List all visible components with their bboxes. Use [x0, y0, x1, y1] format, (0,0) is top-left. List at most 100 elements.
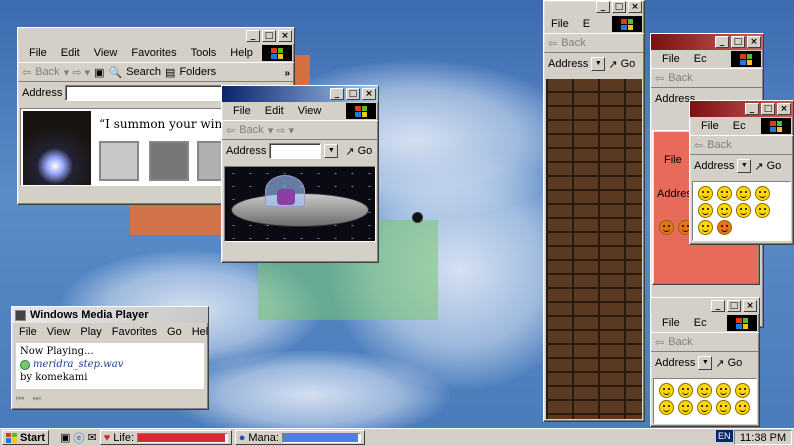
menu-tools[interactable]: Tools — [184, 47, 224, 59]
smiley-icon[interactable] — [755, 203, 770, 218]
quicklaunch-ie-icon[interactable]: ⓔ — [73, 430, 84, 446]
smiley-icon[interactable] — [736, 203, 751, 218]
brick-thumb-icon[interactable] — [149, 141, 189, 181]
go-arrow-icon[interactable]: ↗ — [608, 58, 617, 71]
go-button[interactable]: Go — [767, 160, 782, 172]
ie-window-spaceship[interactable]: _ □ × File Edit View ⇦ Back ▾ ⇨ ▾ Addres… — [221, 85, 379, 263]
smiley-icon[interactable] — [717, 186, 732, 201]
close-button[interactable]: × — [278, 30, 292, 42]
minimize-button[interactable]: _ — [745, 103, 759, 115]
back-arrow-icon[interactable]: ⇦ — [548, 37, 557, 50]
go-button[interactable]: Go — [728, 357, 743, 369]
back-button[interactable]: Back — [561, 37, 585, 49]
dropdown-arrow-icon[interactable]: ▼ — [591, 57, 606, 71]
smiley-icon[interactable] — [659, 400, 674, 415]
sad-face-icon[interactable] — [659, 220, 674, 235]
quicklaunch-desktop-icon[interactable]: ▣ — [60, 431, 70, 444]
go-arrow-icon[interactable]: ↗ — [345, 145, 354, 158]
menu-file[interactable]: File — [14, 326, 42, 338]
up-folder-icon[interactable]: ▣ — [94, 66, 104, 79]
menu-file[interactable]: File — [657, 154, 689, 166]
title-bar[interactable]: _ □ × — [596, 1, 642, 13]
back-arrow-icon[interactable]: ⇦ — [655, 336, 664, 349]
go-arrow-icon[interactable]: ↗ — [754, 160, 763, 173]
menu-edit[interactable]: Ec — [726, 120, 753, 132]
minimize-button[interactable]: _ — [330, 88, 344, 100]
go-button[interactable]: Go — [621, 58, 636, 70]
menu-view[interactable]: View — [42, 326, 76, 338]
maximize-button[interactable]: □ — [731, 36, 745, 48]
minimize-button[interactable]: _ — [596, 1, 610, 13]
language-indicator[interactable]: EN — [716, 430, 733, 442]
menu-view[interactable]: View — [291, 105, 329, 117]
search-button[interactable]: Search — [126, 66, 161, 78]
smiley-icon[interactable] — [735, 400, 750, 415]
previous-icon[interactable]: ⏮ — [16, 393, 24, 403]
smiley-icon[interactable] — [698, 203, 713, 218]
folders-button[interactable]: Folders — [179, 66, 216, 78]
menu-edit[interactable]: E — [576, 18, 597, 30]
dropdown-arrow-icon[interactable]: ▼ — [324, 144, 339, 158]
track-row[interactable]: meridra_step.wav — [20, 358, 200, 371]
sad-face-icon[interactable] — [717, 220, 732, 235]
start-button[interactable]: Start — [2, 430, 50, 445]
media-player-window[interactable]: Windows Media Player File View Play Favo… — [11, 306, 209, 410]
ie-window-bricks[interactable]: File E ⇦ Back Address ▼ ↗ Go _ □ × — [543, 0, 645, 422]
ie-window-smileys-bottom[interactable]: _ □ × File Ec ⇦ Back Address ▼ ↗ Go — [650, 297, 760, 427]
track-filename[interactable]: meridra_step.wav — [33, 358, 123, 371]
menu-file[interactable]: File — [544, 18, 576, 30]
next-icon[interactable]: ⏭ — [33, 393, 41, 403]
forward-arrow-icon[interactable]: ▾ ⇨ ▾ — [64, 66, 90, 79]
close-button[interactable]: × — [777, 103, 791, 115]
menu-file[interactable]: File — [655, 53, 687, 65]
back-button[interactable]: Back — [35, 66, 59, 78]
smiley-icon[interactable] — [697, 400, 712, 415]
menu-file[interactable]: File — [226, 105, 258, 117]
address-input[interactable] — [269, 143, 322, 159]
smiley-icon[interactable] — [736, 186, 751, 201]
title-bar[interactable]: _ □ × — [651, 34, 763, 50]
smiley-icon[interactable] — [735, 383, 750, 398]
menu-go[interactable]: Go — [162, 326, 187, 338]
smiley-icon[interactable] — [659, 383, 674, 398]
menu-file[interactable]: File — [655, 317, 687, 329]
menu-help[interactable]: Help — [223, 47, 260, 59]
chevron-icon[interactable]: » — [284, 68, 290, 79]
menu-edit[interactable]: Ec — [687, 317, 714, 329]
close-button[interactable]: × — [362, 88, 376, 100]
back-arrow-icon[interactable]: ⇦ — [22, 66, 31, 79]
menu-help[interactable]: Help — [187, 326, 208, 338]
menu-edit[interactable]: Ec — [687, 53, 714, 65]
maximize-button[interactable]: □ — [346, 88, 360, 100]
menu-edit[interactable]: Edit — [54, 47, 87, 59]
clock[interactable]: 11:38 PM — [740, 432, 786, 444]
minimize-button[interactable]: _ — [246, 30, 260, 42]
menu-file[interactable]: File — [22, 47, 54, 59]
menu-favorites[interactable]: Favorites — [107, 326, 162, 338]
ie-window-smileys-front[interactable]: _ □ × File Ec ⇦ Back Address ▼ ↗ Go — [689, 100, 794, 245]
menu-view[interactable]: View — [87, 47, 125, 59]
wizard-thumb-icon[interactable] — [99, 141, 139, 181]
minimize-button[interactable]: _ — [711, 300, 725, 312]
smiley-icon[interactable] — [698, 186, 713, 201]
dropdown-arrow-icon[interactable]: ▼ — [737, 159, 752, 173]
forward-arrow-icon[interactable]: ▾ ⇨ ▾ — [268, 124, 294, 137]
folders-icon[interactable]: ▤ — [165, 66, 175, 79]
title-bar[interactable]: _ □ × — [690, 101, 793, 117]
maximize-button[interactable]: □ — [761, 103, 775, 115]
back-button[interactable]: Back — [668, 336, 692, 348]
close-button[interactable]: × — [628, 1, 642, 13]
menu-file[interactable]: File — [694, 120, 726, 132]
quicklaunch-outlook-icon[interactable]: ✉ — [87, 431, 96, 444]
search-icon[interactable]: 🔍 — [108, 66, 122, 79]
smiley-icon[interactable] — [678, 383, 693, 398]
smiley-icon[interactable] — [697, 383, 712, 398]
title-bar[interactable]: _ □ × — [651, 298, 759, 314]
maximize-button[interactable]: □ — [727, 300, 741, 312]
back-button[interactable]: Back — [707, 139, 731, 151]
go-button[interactable]: Go — [358, 145, 373, 157]
smiley-icon[interactable] — [716, 383, 731, 398]
bomb-icon[interactable] — [413, 213, 422, 222]
smiley-icon[interactable] — [717, 203, 732, 218]
back-arrow-icon[interactable]: ⇦ — [226, 124, 235, 137]
